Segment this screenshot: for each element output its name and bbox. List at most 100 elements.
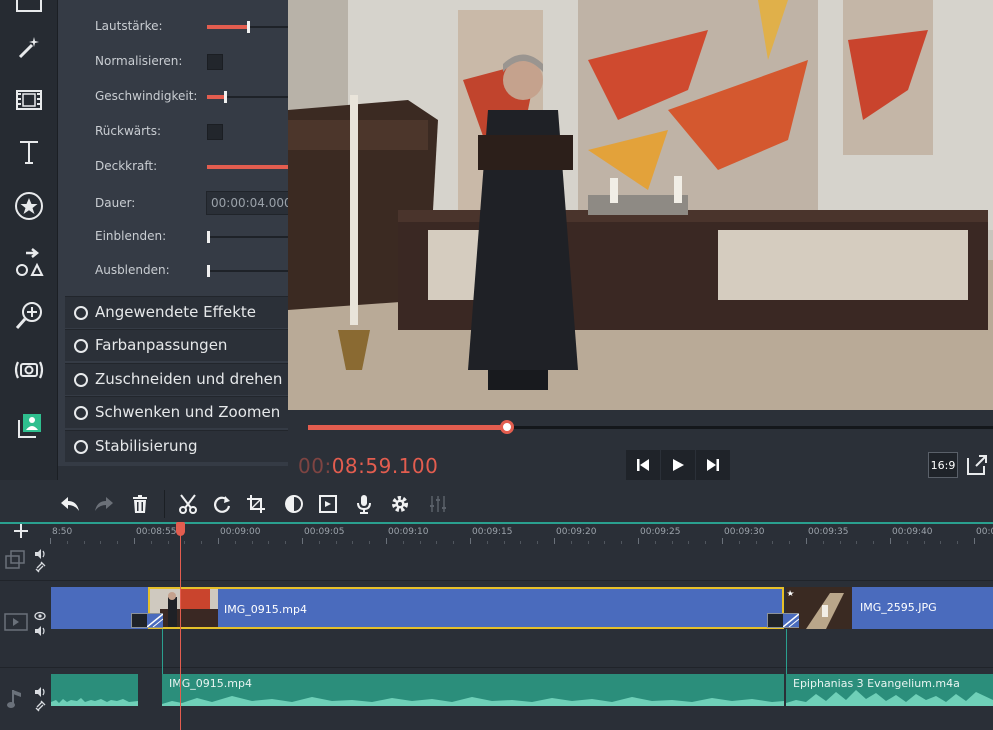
ruler-minor-tick — [520, 541, 522, 544]
playback-scrubber[interactable] — [308, 420, 993, 434]
undo-button[interactable] — [56, 488, 84, 520]
fade-out-slider[interactable] — [207, 265, 288, 277]
add-track-icon[interactable] — [12, 522, 30, 540]
time-ruler[interactable]: 8:50 00:08:55 00:09:00 00:09:05 00:09:10 00:0… — [0, 522, 993, 544]
ruler-minor-tick — [906, 541, 908, 544]
ruler-minor-tick — [285, 541, 287, 544]
ruler-tick-label: 00:09:35 — [808, 527, 849, 537]
ruler-minor-tick — [654, 541, 656, 544]
playhead-handle[interactable] — [176, 522, 185, 536]
audio-clip-img-0915[interactable]: IMG_0915.mp4 — [162, 674, 784, 706]
audio-clip-previous[interactable] — [51, 674, 138, 706]
normalize-checkbox[interactable] — [207, 54, 223, 70]
record-icon[interactable] — [0, 344, 58, 396]
next-button[interactable] — [696, 450, 730, 480]
redo-button[interactable] — [90, 488, 118, 520]
ruler-minor-tick — [923, 541, 925, 544]
ruler-minor-tick — [856, 541, 858, 544]
reverse-checkbox[interactable] — [207, 124, 223, 140]
section-applied-effects[interactable]: Angewendete Effekte — [65, 296, 288, 328]
speed-slider-knob[interactable] — [224, 91, 227, 103]
section-pan-zoom[interactable]: Schwenken und Zoomen — [65, 396, 288, 428]
ruler-tick — [386, 538, 387, 544]
settings-button[interactable] — [386, 488, 414, 520]
zoom-icon[interactable] — [0, 290, 58, 342]
video-clip-img-2595[interactable]: IMG_2595.JPG — [786, 587, 993, 629]
titles-icon[interactable] — [0, 126, 58, 178]
pan-zoom-button[interactable] — [314, 488, 342, 520]
timeline[interactable]: 8:50 00:08:55 00:09:00 00:09:05 00:09:10 00:0… — [0, 522, 993, 730]
toolbar-divider — [164, 490, 165, 518]
section-crop-rotate[interactable]: Zuschneiden und drehen — [65, 363, 288, 395]
audio-track-header — [0, 668, 51, 730]
waveform — [162, 696, 784, 706]
volume-row: Lautstärke: — [58, 10, 288, 44]
ruler-minor-tick — [873, 541, 875, 544]
ruler-tick — [218, 538, 219, 544]
play-button[interactable] — [661, 450, 695, 480]
color-adjust-button[interactable] — [280, 488, 308, 520]
ruler-minor-tick — [234, 541, 236, 544]
normalize-label: Normalisieren: — [95, 54, 183, 68]
speed-slider[interactable] — [207, 91, 288, 103]
fade-in-slider-knob[interactable] — [207, 231, 210, 243]
edit-toolbar — [0, 486, 993, 522]
eye-icon[interactable] — [34, 611, 46, 621]
voiceover-button[interactable] — [350, 488, 378, 520]
fade-in-slider[interactable] — [207, 231, 288, 243]
aspect-ratio-button[interactable]: 16:9 — [928, 452, 958, 478]
track-divider — [0, 580, 993, 581]
fade-in-row: Einblenden: — [58, 220, 288, 254]
ruler-tick-label: 00:09:40 — [892, 527, 933, 537]
pan-zoom-icon — [319, 495, 337, 513]
speaker-icon[interactable] — [34, 686, 46, 698]
speaker-icon[interactable] — [34, 625, 46, 637]
split-button[interactable] — [174, 488, 202, 520]
video-preview[interactable] — [288, 0, 993, 410]
scrubber-knob[interactable] — [499, 420, 514, 434]
fade-out-slider-knob[interactable] — [207, 265, 210, 277]
ruler-minor-tick — [957, 541, 959, 544]
ruler-tick — [638, 538, 639, 544]
audio-clip-epiphanias[interactable]: Epiphanias 3 Evangelium.m4a — [786, 674, 993, 706]
rotate-button[interactable] — [208, 488, 236, 520]
ruler-minor-tick — [335, 541, 337, 544]
stickers-icon[interactable] — [0, 180, 58, 232]
ruler-tick — [302, 538, 303, 544]
speaker-icon[interactable] — [34, 548, 46, 560]
undo-icon — [61, 497, 79, 511]
ruler-tick-label: 00:09:45 — [976, 527, 993, 537]
transition-marker[interactable] — [767, 613, 799, 628]
duration-field[interactable]: 00:00:04.000 — [206, 191, 288, 215]
equalizer-button[interactable] — [424, 488, 452, 520]
ruler-minor-tick — [705, 541, 707, 544]
media-icon[interactable] — [0, 400, 58, 452]
transition-marker[interactable] — [131, 613, 163, 628]
transitions-icon[interactable] — [0, 236, 58, 288]
link-icon[interactable] — [34, 700, 46, 712]
section-stabilization[interactable]: Stabilisierung — [65, 430, 288, 462]
ruler-tick — [806, 538, 807, 544]
ruler-minor-tick — [570, 541, 572, 544]
video-clip-img-0915[interactable]: IMG_0915.mp4 — [148, 587, 784, 629]
section-color-adjustments[interactable]: Farbanpassungen — [65, 329, 288, 361]
previous-button[interactable] — [626, 450, 660, 480]
volume-slider-knob[interactable] — [246, 21, 250, 33]
volume-slider[interactable] — [207, 21, 288, 33]
radio-icon — [74, 373, 88, 387]
waveform — [51, 698, 138, 706]
filters-icon[interactable] — [0, 74, 58, 126]
ruler-minor-tick — [503, 541, 505, 544]
overlay-track-icon — [5, 550, 25, 569]
crop-button[interactable] — [242, 488, 270, 520]
reverse-row: Rückwärts: — [58, 115, 288, 149]
fullscreen-icon[interactable] — [964, 452, 990, 478]
ruler-tick-label: 00:09:25 — [640, 527, 681, 537]
delete-button[interactable] — [126, 488, 154, 520]
link-icon[interactable] — [34, 561, 46, 573]
magic-wand-icon[interactable] — [0, 22, 58, 74]
ruler-tick — [470, 538, 471, 544]
clip-name: IMG_0915.mp4 — [224, 603, 307, 616]
scissors-icon — [179, 494, 197, 514]
opacity-slider[interactable] — [207, 165, 288, 169]
